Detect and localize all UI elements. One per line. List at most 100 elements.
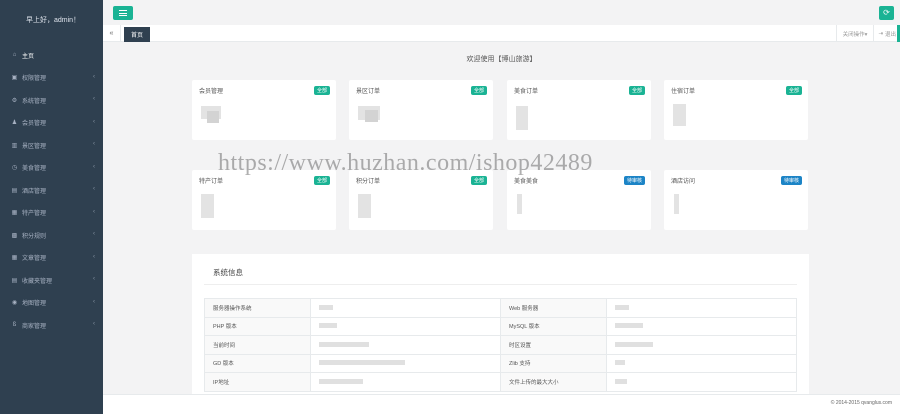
sidebar-item-label: 酒店管理: [22, 188, 47, 195]
card-badge[interactable]: 全部: [313, 86, 330, 95]
system-info-title: 系统信息: [213, 268, 243, 277]
blurred-value: [674, 194, 679, 214]
gear-icon: ⚙: [11, 97, 18, 104]
stat-card-scenic-orders[interactable]: 景区订单 全部: [349, 80, 493, 140]
table-row: IP地址 文件上传的最大大小: [204, 372, 797, 392]
sidebar-item-0[interactable]: ⌂ 主页: [0, 44, 103, 67]
chevron-left-icon: ‹: [93, 186, 95, 192]
sidebar-item-6[interactable]: ▤ 酒店管理 ‹: [0, 179, 103, 202]
logout-icon: ⇥: [878, 30, 883, 37]
chevron-left-icon: ‹: [93, 298, 95, 305]
info-label: 时区设置: [500, 335, 607, 355]
sidebar-item-10[interactable]: ▤ 收藏夹管理 ‹: [0, 269, 103, 292]
sidebar-item-8[interactable]: ▩ 积分规则 ‹: [0, 224, 103, 247]
tab-actions: 关闭操作▾ ⇥ 退出: [835, 25, 900, 42]
logout-label: 退出: [884, 31, 896, 38]
tabs-bar: « 首页 关闭操作▾ ⇥ 退出: [103, 25, 900, 42]
blurred-value: [517, 194, 522, 214]
stat-card-food-orders[interactable]: 美食订单 全部: [507, 80, 651, 140]
sidebar-item-label: 系统管理: [22, 98, 47, 105]
sidebar-item-3[interactable]: ♟ 会员管理 ‹: [0, 112, 103, 135]
topbar: ⟳: [103, 0, 900, 25]
sidebar-item-2[interactable]: ⚙ 系统管理 ‹: [0, 89, 103, 112]
chevron-left-icon: ‹: [93, 118, 95, 125]
card-title: 景区订单: [356, 89, 381, 95]
stat-card-member[interactable]: 会员管理 全部: [192, 80, 336, 140]
card-badge[interactable]: 全部: [628, 86, 645, 95]
sidebar-item-label: 文章管理: [22, 256, 47, 263]
sidebar-item-label: 景区管理: [22, 143, 47, 150]
welcome-title: 欢迎使用【博山旅游】: [466, 56, 537, 63]
home-icon: ⌂: [12, 52, 17, 59]
chevron-left-icon: ‹: [93, 73, 95, 80]
info-value: [310, 298, 501, 318]
nav-list: ⌂ 主页 ▣ 权限管理 ‹ ⚙ 系统管理 ‹ ♟ 会员管理 ‹ ▥ 景区管理 ‹ ◷ 美食管理 ‹ ▤ 酒店管理 ‹ ▦…: [0, 44, 103, 337]
sidebar-item-5[interactable]: ◷ 美食管理 ‹: [0, 157, 103, 180]
card-badge[interactable]: 待审核: [780, 176, 802, 185]
sidebar: 早上好，admin！ ⌂ 主页 ▣ 权限管理 ‹ ⚙ 系统管理 ‹ ♟ 会员管理 ‹ ▥ 景区管理 ‹ ◷ 美…: [0, 0, 103, 414]
sidebar-item-label: 特产管理: [22, 211, 47, 218]
blurred-value: [358, 194, 371, 218]
main-content: 欢迎使用【博山旅游】 会员管理 全部 景区订单 全部 美食订单 全部 住宿订单 …: [103, 42, 900, 399]
stat-card-hotel-visits[interactable]: 酒店访问 待审核: [664, 170, 808, 230]
info-label: Web 服务器: [500, 298, 607, 318]
info-value: [606, 372, 797, 392]
sidebar-item-9[interactable]: ▦ 文章管理 ‹: [0, 247, 103, 270]
building-icon: ▥: [11, 142, 18, 149]
sidebar-item-1[interactable]: ▣ 权限管理 ‹: [0, 67, 103, 90]
table-row: 当前时间 时区设置: [204, 335, 797, 355]
chevron-left-icon: ‹: [93, 163, 95, 170]
table-row: 服务器操作系统 Web 服务器: [204, 298, 797, 318]
stat-card-points-orders[interactable]: 积分订单 全部: [349, 170, 493, 230]
card-title: 美食订单: [514, 89, 539, 95]
info-label: PHP 版本: [204, 316, 311, 336]
info-label: 服务器操作系统: [204, 298, 311, 318]
close-operations-dropdown[interactable]: 关闭操作▾: [835, 25, 874, 42]
card-title: 会员管理: [199, 89, 224, 95]
card-title: 住宿订单: [671, 89, 696, 95]
info-label: GD 版本: [204, 353, 311, 373]
lock-icon: ▣: [11, 75, 18, 82]
stat-card-lodging-orders[interactable]: 住宿订单 全部: [664, 80, 808, 140]
info-label: MySQL 版本: [500, 316, 607, 336]
sidebar-item-label: 积分规则: [22, 233, 47, 240]
info-label: Zlib 支持: [500, 353, 607, 373]
refresh-icon: ⟳: [883, 8, 890, 17]
stat-card-specialty-orders[interactable]: 特产订单 全部: [192, 170, 336, 230]
menu-toggle-button[interactable]: [113, 6, 133, 20]
info-value: [606, 298, 797, 318]
stat-card-food-review[interactable]: 美食美食 待审核: [507, 170, 651, 230]
card-badge[interactable]: 全部: [470, 176, 487, 185]
tab-home[interactable]: 首页: [124, 27, 151, 42]
refresh-button[interactable]: ⟳: [879, 6, 894, 20]
user-icon: ♟: [11, 120, 18, 127]
double-chevron-left-icon: «: [109, 30, 114, 37]
chevron-left-icon: ‹: [93, 208, 95, 215]
chevron-left-icon: ‹: [93, 141, 95, 147]
blurred-value: [516, 106, 528, 130]
logout-button[interactable]: ⇥ 退出: [873, 25, 900, 42]
sidebar-item-4[interactable]: ▥ 景区管理 ‹: [0, 134, 103, 157]
sidebar-item-11[interactable]: ◉ 地图管理 ‹: [0, 292, 103, 315]
chevron-left-icon: ‹: [93, 276, 95, 282]
card-title: 酒店访问: [671, 179, 696, 185]
gift-icon: ▦: [11, 210, 18, 217]
merchant-icon: ß: [12, 322, 17, 329]
info-value: [606, 353, 797, 373]
card-badge[interactable]: 待审核: [623, 176, 645, 185]
card-title: 积分订单: [356, 179, 381, 185]
watermark-text: https://www.huzhan.com/ishop42489: [218, 150, 593, 176]
sidebar-item-12[interactable]: ß 商家管理 ‹: [0, 314, 103, 337]
info-label: 当前时间: [204, 335, 311, 355]
clock-icon: ◷: [11, 165, 18, 172]
tab-scroll-left-button[interactable]: «: [103, 25, 121, 42]
sidebar-item-label: 商家管理: [22, 323, 47, 330]
system-info-table: 服务器操作系统 Web 服务器 PHP 版本 MySQL 版本 当前时间 时区设…: [204, 298, 797, 392]
greeting-text: 早上好，admin！: [26, 17, 81, 24]
sidebar-item-label: 地图管理: [22, 301, 47, 308]
card-badge[interactable]: 全部: [313, 176, 330, 185]
card-badge[interactable]: 全部: [470, 86, 487, 95]
blurred-value: [673, 104, 686, 126]
card-badge[interactable]: 全部: [785, 86, 802, 95]
sidebar-item-7[interactable]: ▦ 特产管理 ‹: [0, 202, 103, 225]
